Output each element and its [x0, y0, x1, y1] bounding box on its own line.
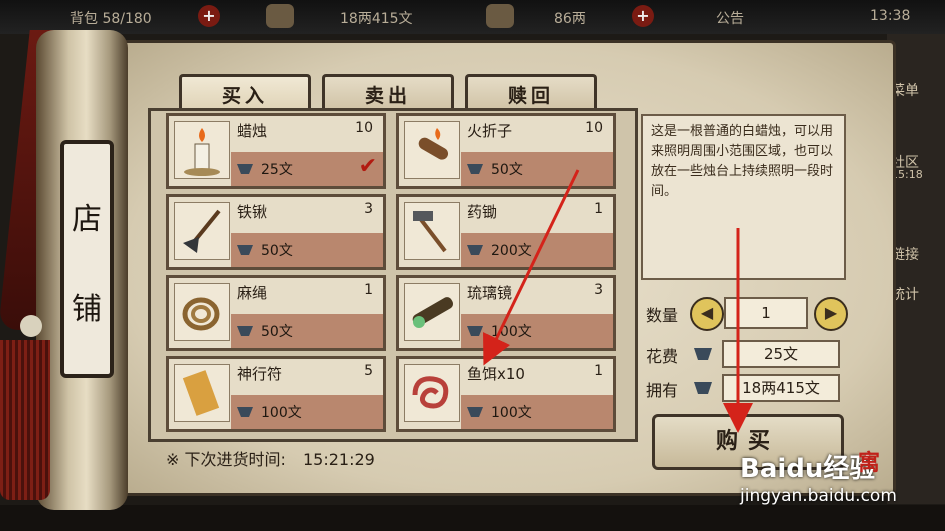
arrow-to-bait — [483, 169, 580, 366]
watermark-brand: Baidu经验 — [740, 454, 876, 484]
red-seal-stamp: 寓 — [858, 450, 881, 476]
watermark-url: jingyan.baidu.com — [740, 486, 897, 506]
